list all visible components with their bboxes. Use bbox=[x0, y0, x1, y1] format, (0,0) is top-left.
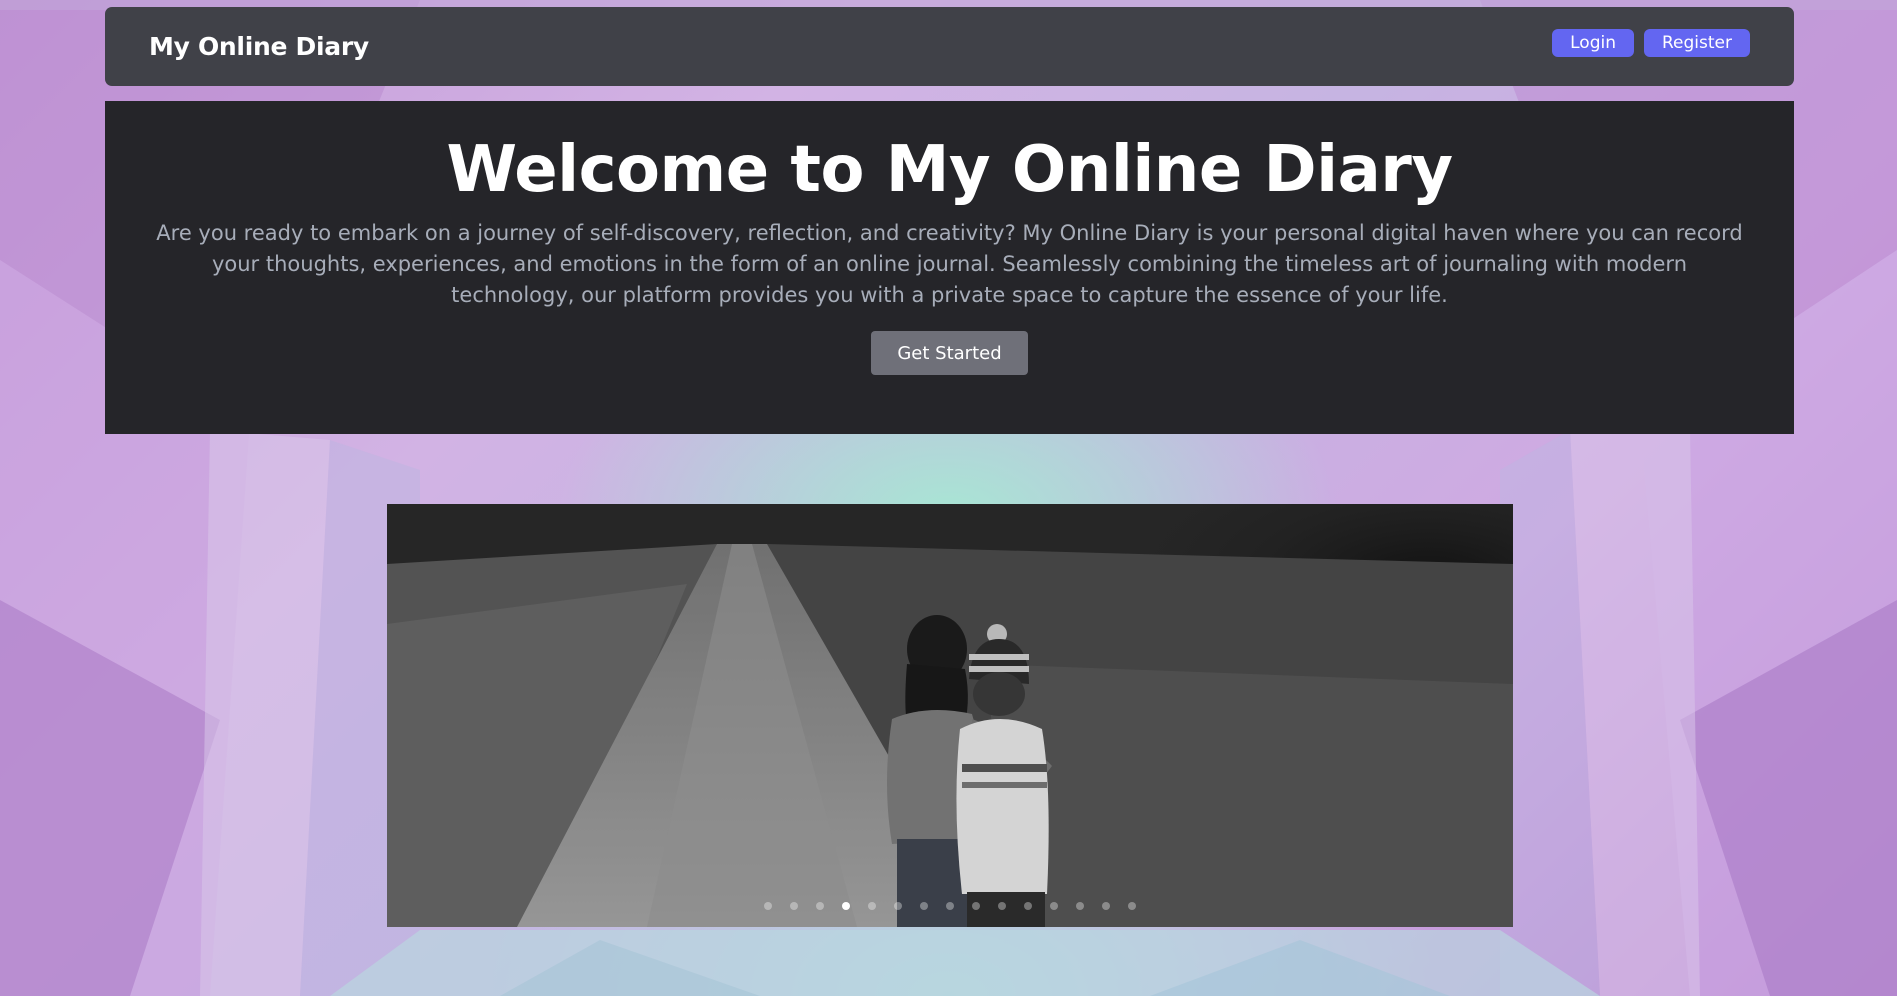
hero-description: Are you ready to embark on a journey of … bbox=[156, 221, 1743, 308]
carousel-dot[interactable] bbox=[790, 902, 798, 910]
carousel-dot[interactable] bbox=[998, 902, 1006, 910]
carousel-dot[interactable] bbox=[894, 902, 902, 910]
image-carousel[interactable] bbox=[387, 504, 1513, 927]
carousel-dot[interactable] bbox=[920, 902, 928, 910]
brand-logo-text[interactable]: My Online Diary bbox=[149, 32, 369, 61]
carousel-dot[interactable] bbox=[816, 902, 824, 910]
register-button[interactable]: Register bbox=[1644, 28, 1750, 57]
carousel-dot[interactable] bbox=[1024, 902, 1032, 910]
get-started-button[interactable]: Get Started bbox=[871, 331, 1028, 376]
carousel-dot[interactable] bbox=[1050, 902, 1058, 910]
carousel-dot[interactable] bbox=[842, 902, 850, 910]
carousel-dot[interactable] bbox=[1128, 902, 1136, 910]
carousel-dot[interactable] bbox=[1076, 902, 1084, 910]
hero-title: Welcome to My Online Diary bbox=[446, 133, 1453, 207]
carousel-dot[interactable] bbox=[868, 902, 876, 910]
carousel-slide-image bbox=[387, 504, 1513, 927]
login-button[interactable]: Login bbox=[1552, 28, 1634, 57]
carousel-indicators bbox=[387, 902, 1513, 910]
carousel-dot[interactable] bbox=[1102, 902, 1110, 910]
carousel-dot[interactable] bbox=[764, 902, 772, 910]
navbar: My Online Diary Login Register bbox=[105, 7, 1794, 86]
hero-section: Welcome to My Online Diary Are you ready… bbox=[105, 101, 1794, 434]
carousel-dot[interactable] bbox=[972, 902, 980, 910]
nav-actions: Login Register bbox=[1552, 28, 1750, 57]
carousel-dot[interactable] bbox=[946, 902, 954, 910]
